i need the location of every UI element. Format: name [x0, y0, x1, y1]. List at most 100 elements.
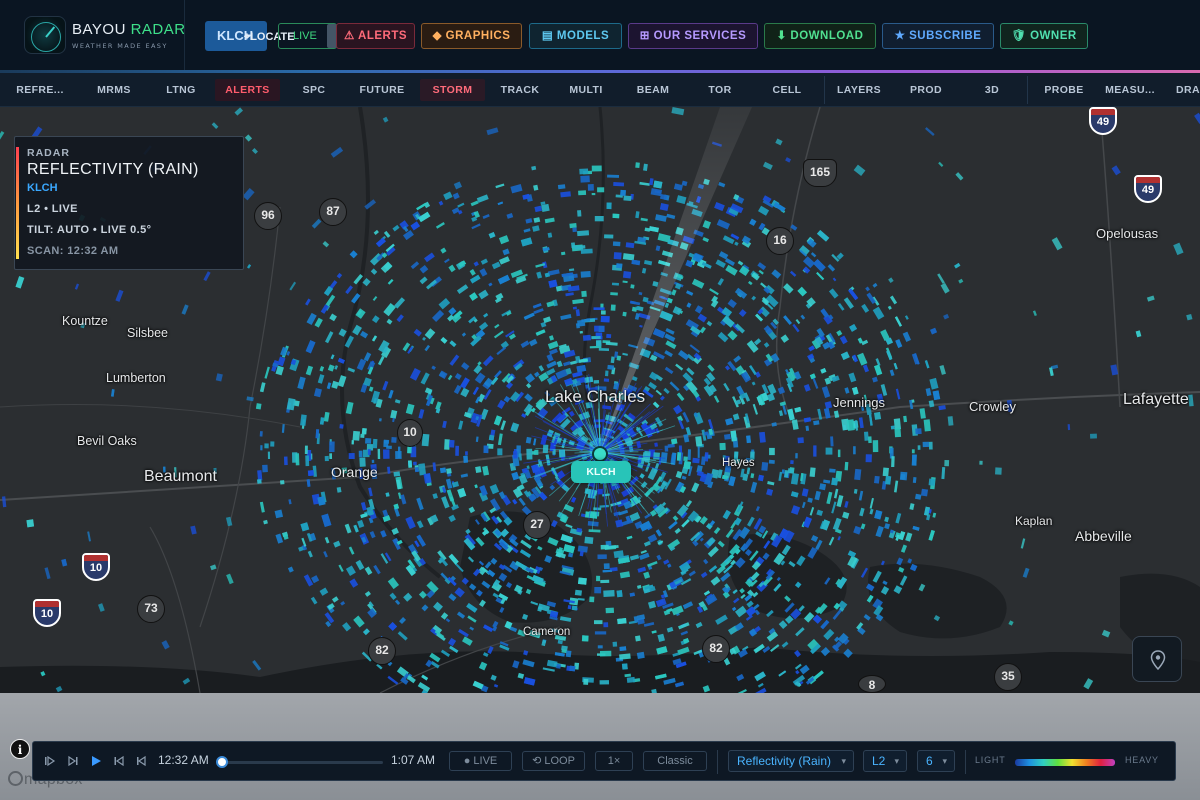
- tool-mrms[interactable]: MRMS: [84, 79, 144, 101]
- skip-start-icon[interactable]: [43, 754, 57, 768]
- info-card-product: REFLECTIVITY (RAIN): [27, 161, 199, 178]
- subscribe-button[interactable]: ★ SUBSCRIBE: [882, 23, 994, 49]
- top-header: BAYOU RADAR WEATHER MADE EASY KLCH ⌖LOCA…: [0, 0, 1200, 73]
- alerts-button[interactable]: ⚠ ALERTS: [336, 23, 415, 49]
- city-kountze: Kountze: [62, 314, 108, 328]
- toolbar-divider: [824, 76, 825, 104]
- tool-cell[interactable]: CELL: [757, 79, 817, 101]
- brand-logo[interactable]: BAYOU RADAR WEATHER MADE EASY: [24, 16, 186, 54]
- route-shield: 73: [137, 595, 165, 623]
- info-card-site: KLCH: [27, 182, 58, 194]
- info-card-scan: SCAN: 12:32 AM: [27, 245, 119, 257]
- timeline-handle[interactable]: [216, 756, 228, 768]
- tool-draw[interactable]: DRA: [1168, 79, 1200, 101]
- brand-name-part2: RADAR: [130, 20, 186, 38]
- toolbar-divider: [1027, 76, 1028, 104]
- legend-light-label: LIGHT: [975, 755, 1006, 765]
- city-orange: Orange: [331, 464, 378, 480]
- step-forward-icon[interactable]: [66, 754, 80, 768]
- city-silsbee: Silsbee: [127, 326, 168, 340]
- style-button[interactable]: Classic: [643, 751, 707, 771]
- tool-alerts[interactable]: ALERTS: [215, 79, 280, 101]
- info-card-label: RADAR: [27, 147, 70, 159]
- download-button[interactable]: ⬇ DOWNLOAD: [764, 23, 876, 49]
- app-root: BAYOU RADAR WEATHER MADE EASY KLCH ⌖LOCA…: [0, 0, 1200, 800]
- owner-button[interactable]: 🛡 OWNER: [1000, 23, 1088, 49]
- city-jennings: Jennings: [833, 395, 886, 410]
- tool-probe[interactable]: PROBE: [1034, 79, 1094, 101]
- tool-layers[interactable]: LAYERS: [830, 79, 888, 101]
- route-shield: 35: [994, 663, 1022, 691]
- controls-divider: [965, 750, 966, 774]
- city-opelousas: Opelousas: [1096, 226, 1159, 241]
- city-hayes: Hayes: [722, 457, 755, 469]
- city-lumberton: Lumberton: [106, 371, 166, 385]
- loop-toggle[interactable]: ⟲ LOOP: [522, 751, 585, 771]
- tool-prod[interactable]: PROD: [896, 79, 956, 101]
- attribution-info-icon[interactable]: i: [10, 739, 30, 759]
- brand-tagline: WEATHER MADE EASY: [72, 41, 168, 50]
- level-select[interactable]: L2: [863, 750, 907, 772]
- tool-spc[interactable]: SPC: [285, 79, 343, 101]
- city-bevil-oaks: Bevil Oaks: [77, 434, 137, 448]
- route-shield: 16: [766, 227, 794, 255]
- live-toggle[interactable]: ● LIVE: [449, 751, 512, 771]
- route-shield: 8: [858, 675, 886, 693]
- route-shield: 82: [368, 637, 396, 665]
- tool-measure[interactable]: MEASU...: [1100, 79, 1160, 101]
- color-legend-bar: [1015, 759, 1115, 766]
- interstate-shield: 10: [33, 599, 61, 627]
- tool-track[interactable]: TRACK: [490, 79, 550, 101]
- controls-divider: [717, 750, 718, 774]
- header-divider: [184, 0, 185, 72]
- skip-end-icon[interactable]: [135, 754, 149, 768]
- info-card-tilt: TILT: AUTO • LIVE 0.5°: [27, 224, 152, 236]
- radar-station-marker[interactable]: [592, 446, 608, 462]
- graphics-button[interactable]: ◆ GRAPHICS: [421, 23, 522, 49]
- speed-button[interactable]: 1×: [595, 751, 633, 771]
- info-card-level: L2 • LIVE: [27, 203, 78, 215]
- tool-storm[interactable]: STORM: [420, 79, 485, 101]
- city-lake-charles: Lake Charles: [545, 387, 646, 406]
- loop-icon: ⟲: [532, 755, 542, 767]
- product-select[interactable]: Reflectivity (Rain): [728, 750, 854, 772]
- tool-lightning[interactable]: LTNG: [152, 79, 210, 101]
- location-pin-icon: [1150, 650, 1166, 670]
- tool-beam[interactable]: BEAM: [623, 79, 683, 101]
- tool-refresh[interactable]: REFRE...: [8, 79, 72, 101]
- play-icon[interactable]: [89, 754, 103, 768]
- radar-map[interactable]: 96 87 165 16 10 27 73 82 82 8 35 49 49 1…: [0, 107, 1200, 693]
- my-location-button[interactable]: [1132, 636, 1182, 682]
- tool-tor[interactable]: TOR: [690, 79, 750, 101]
- our-services-button[interactable]: ⊞ OUR SERVICES: [628, 23, 758, 49]
- radar-info-card: RADAR REFLECTIVITY (RAIN) KLCH L2 • LIVE…: [14, 136, 244, 270]
- live-toggle-label: LIVE: [473, 755, 498, 767]
- city-kaplan: Kaplan: [1015, 514, 1053, 528]
- live-dot-icon: ●: [463, 755, 471, 767]
- route-shield: 27: [523, 511, 551, 539]
- loop-toggle-label: LOOP: [544, 755, 575, 767]
- tool-future[interactable]: FUTURE: [350, 79, 414, 101]
- route-shield: 10: [397, 419, 423, 447]
- city-beaumont: Beaumont: [144, 468, 217, 485]
- tool-multi[interactable]: MULTI: [556, 79, 616, 101]
- city-cameron: Cameron: [523, 626, 571, 638]
- smoothing-select[interactable]: 6: [917, 750, 955, 772]
- playback-controls: 12:32 AM 1:07 AM ● LIVE ⟲ LOOP 1× Classi…: [32, 741, 1176, 781]
- route-shield: 82: [702, 635, 730, 663]
- route-shield: 87: [319, 198, 347, 226]
- time-start: 12:32 AM: [158, 753, 209, 767]
- radar-logo-icon: [24, 16, 66, 54]
- city-lafayette: Lafayette: [1123, 391, 1189, 408]
- step-back-icon[interactable]: [112, 754, 126, 768]
- timeline-track[interactable]: [221, 761, 383, 764]
- models-button[interactable]: ▤ MODELS: [529, 23, 622, 49]
- tool-3d[interactable]: 3D: [962, 79, 1022, 101]
- interstate-shield: 49: [1089, 107, 1117, 135]
- city-abbeville: Abbeville: [1075, 528, 1132, 544]
- interstate-shield: 10: [82, 553, 110, 581]
- radar-station-label[interactable]: KLCH: [571, 461, 631, 483]
- legend-heavy-label: HEAVY: [1125, 755, 1159, 765]
- tool-strip: REFRE... MRMS LTNG ALERTS SPC FUTURE STO…: [0, 73, 1200, 107]
- mapbox-logo-icon: [8, 771, 23, 786]
